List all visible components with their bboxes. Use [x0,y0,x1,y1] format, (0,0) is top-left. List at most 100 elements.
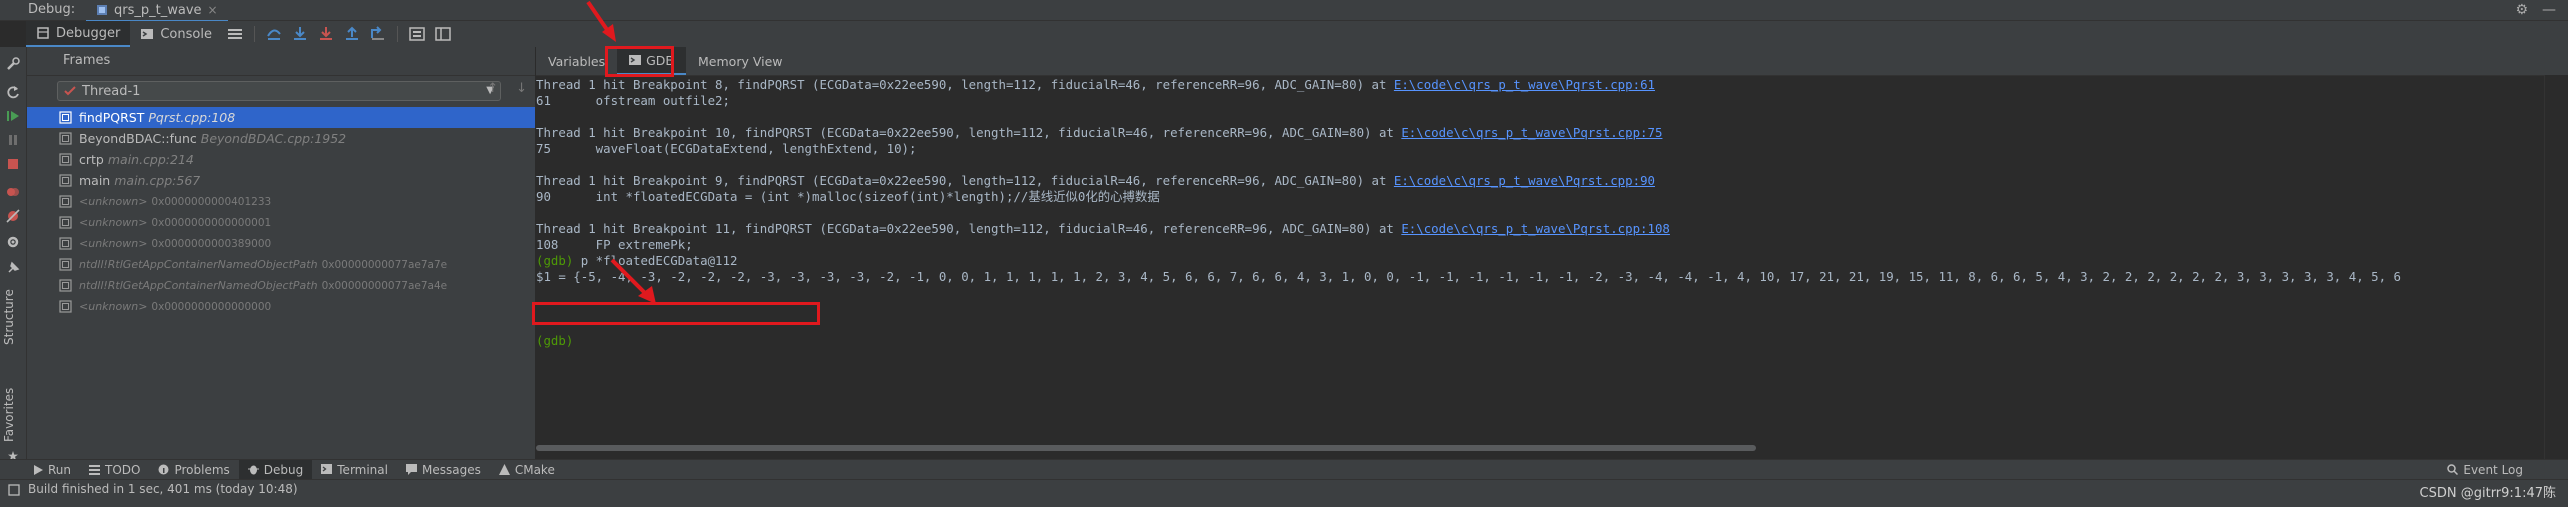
frame-item[interactable]: <unknown> 0x0000000000000000 [27,296,535,317]
stack-frame-icon [59,195,72,208]
debug-toolbar: Debugger Console [26,21,2568,48]
tab-memory-view[interactable]: Memory View [686,47,794,75]
status-bar: Build finished in 1 sec, 401 ms (today 1… [0,479,2568,507]
debug-label: Debug: [28,2,76,17]
tool-todo[interactable]: TODO [80,460,149,479]
console-side-gutter [2544,75,2568,465]
step-over-icon[interactable] [264,24,284,44]
source-link[interactable]: E:\code\c\qrs_p_t_wave\Pqrst.cpp:75 [1401,125,1662,140]
wrench-icon[interactable] [4,55,22,73]
console-text: Thread 1 hit Breakpoint 8, findPQRST (EC… [536,77,1394,92]
arrow-up-icon[interactable]: ↑ [487,81,498,96]
info-icon [158,464,169,475]
minimize-icon[interactable]: — [2542,2,2556,18]
tool-terminal[interactable]: Terminal [312,460,397,479]
config-icon [97,5,107,15]
frame-item[interactable]: <unknown> 0x0000000000389000 [27,233,535,254]
resume-icon[interactable] [4,107,22,125]
list-icon [89,465,101,475]
stack-frame-icon [59,300,72,313]
view-breakpoints-icon[interactable] [4,183,22,201]
frame-function: <unknown> [79,216,148,229]
force-step-into-icon[interactable] [316,24,336,44]
console-text: Thread 1 hit Breakpoint 11, findPQRST (E… [536,221,1402,236]
frame-function: ntdll!RtlGetAppContainerNamedObjectPath [79,258,318,271]
tool-messages[interactable]: Messages [397,460,490,479]
evaluate-expression-icon[interactable] [407,24,427,44]
search-icon [2447,464,2459,475]
rerun-icon[interactable] [4,83,22,101]
thread-label: Thread-1 [82,83,141,99]
thread-check-icon [64,86,76,96]
tab-console-label: Console [160,26,212,42]
frame-item[interactable]: crtp main.cpp:214 [27,149,535,170]
debug-session-tab[interactable]: qrs_p_t_wave × [86,0,228,22]
stack-frame-icon [59,111,72,124]
frame-item[interactable]: main main.cpp:567 [27,170,535,191]
frame-item[interactable]: BeyondBDAC::func BeyondBDAC.cpp:1952 [27,128,535,149]
debugger-icon [37,27,49,39]
console-text: 75 waveFloat(ECGDataExtend, lengthExtend… [536,141,917,156]
console-line: Thread 1 hit Breakpoint 10, findPQRST (E… [536,125,1662,141]
frame-function: findPQRST [79,110,145,125]
gdb-prompt: (gdb) [536,333,574,348]
source-link[interactable]: E:\code\c\qrs_p_t_wave\Pqrst.cpp:108 [1401,221,1670,236]
pin-icon[interactable] [4,259,22,277]
mute-breakpoints-icon[interactable] [4,207,22,225]
console-line: Thread 1 hit Breakpoint 8, findPQRST (EC… [536,77,1655,93]
cmake-icon [498,464,510,475]
console-text: Thread 1 hit Breakpoint 9, findPQRST (EC… [536,173,1394,188]
stack-frame-icon [59,132,72,145]
pause-icon[interactable] [4,131,22,149]
tool-debug-label: Debug [263,462,304,477]
stack-frame-icon [59,258,72,271]
frame-item[interactable]: <unknown> 0x0000000000401233 [27,191,535,212]
frame-location: 0x00000000077ae7a4e [321,279,448,292]
gdb-console[interactable]: Thread 1 hit Breakpoint 8, findPQRST (EC… [536,77,2546,477]
step-into-icon[interactable] [290,24,310,44]
source-link[interactable]: E:\code\c\qrs_p_t_wave\Pqrst.cpp:61 [1394,77,1655,92]
tool-run[interactable]: Run [24,460,80,479]
stack-frame-icon [59,174,72,187]
command-highlight [532,302,820,325]
console-line: Thread 1 hit Breakpoint 11, findPQRST (E… [536,221,1670,237]
frame-item[interactable]: findPQRST Pqrst.cpp:108 [27,107,535,128]
favorites-tool-label[interactable]: Favorites [2,388,16,442]
tool-cmake[interactable]: CMake [490,460,564,479]
tool-run-label: Run [48,462,72,477]
layout-icon[interactable] [433,24,453,44]
tab-console[interactable]: Console [130,21,222,47]
thread-select[interactable]: Thread-1 ▼ [57,81,501,101]
stop-icon[interactable] [4,155,22,173]
watermark: CSDN @gitrr9:1:47陈 [2419,486,2556,501]
run-to-cursor-icon[interactable] [368,24,388,44]
step-out-icon[interactable] [342,24,362,44]
stack-frame-icon [59,237,72,250]
frame-item[interactable]: ntdll!RtlGetAppContainerNamedObjectPath 0… [27,254,535,275]
gdb-prompt-line: (gdb) [536,333,573,349]
frame-function: <unknown> [79,195,148,208]
structure-tool-label[interactable]: Structure [2,289,16,345]
settings-icon[interactable] [4,233,22,251]
status-toggle-icon[interactable] [8,484,20,496]
tab-variables-label: Variables [548,53,606,69]
frames-panel: Frames Thread-1 ▼ ↑ ↓ findPQRST Pqrst.cpp… [27,47,536,467]
gear-icon[interactable]: ⚙ [2515,2,2528,18]
frame-nav: ↑ ↓ [487,81,527,96]
close-icon[interactable]: × [208,3,218,17]
frame-item[interactable]: ntdll!RtlGetAppContainerNamedObjectPath 0… [27,275,535,296]
horizontal-scrollbar[interactable] [536,445,1756,451]
arrow-down-icon[interactable]: ↓ [516,81,527,96]
source-link[interactable]: E:\code\c\qrs_p_t_wave\Pqrst.cpp:90 [1394,173,1655,188]
tool-event-log[interactable]: Event Log [2438,460,2532,479]
tool-problems[interactable]: Problems [149,460,238,479]
console-line: Thread 1 hit Breakpoint 9, findPQRST (EC… [536,173,1655,189]
frame-item[interactable]: <unknown> 0x0000000000000001 [27,212,535,233]
menu-icon[interactable] [225,24,245,44]
bug-icon [247,465,259,475]
tab-debugger[interactable]: Debugger [26,21,131,47]
frame-location: 0x0000000000389000 [151,237,272,250]
frame-location: 0x0000000000000000 [151,300,272,313]
debug-title-bar: Debug: qrs_p_t_wave × ⚙ — [0,0,2568,22]
tool-debug[interactable]: Debug [238,460,313,479]
